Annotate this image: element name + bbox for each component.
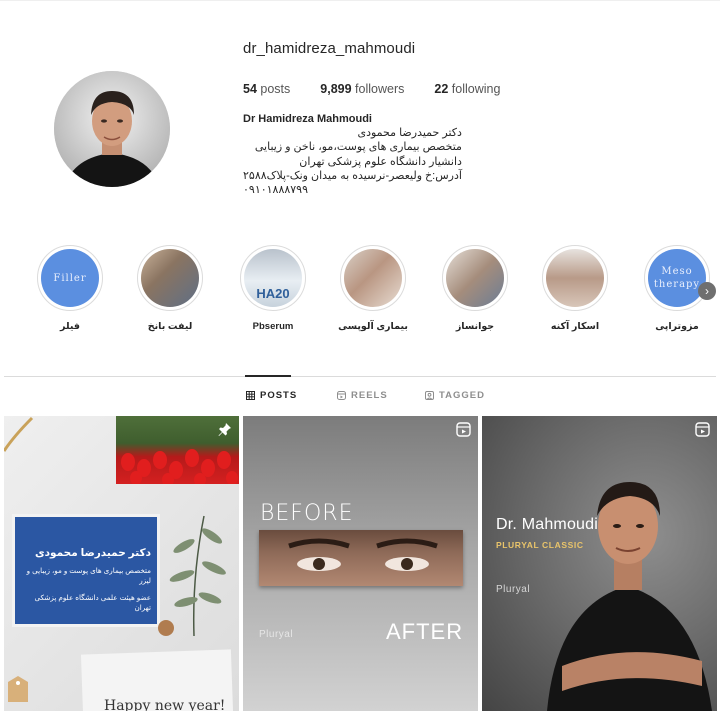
post-tile[interactable]: Dr. Mahmoudi PLURYAL CLASSIC Pluryal — [482, 416, 717, 711]
highlight-cover-photo — [446, 249, 504, 307]
tab-reels[interactable]: REELS — [337, 390, 388, 401]
highlight-alopecia[interactable]: بیماری آلوپسی — [338, 245, 408, 332]
pin-icon — [218, 423, 231, 436]
following-label: following — [451, 82, 501, 96]
brand-logo: Pluryal — [259, 629, 294, 640]
highlight-ring: Filler — [37, 245, 103, 311]
reel-icon — [456, 422, 471, 437]
profile-username: dr_hamidreza_mahmoudi — [243, 40, 416, 57]
following-stat[interactable]: 22 following — [434, 82, 500, 96]
highlight-label: مزوتراپی — [655, 321, 699, 332]
bio-name: Dr Hamidreza Mahmoudi — [243, 113, 372, 125]
profile-tabs: POSTS REELS TAGGED — [0, 390, 720, 404]
tagged-icon — [425, 391, 434, 400]
highlight-cover-photo — [141, 249, 199, 307]
after-label: AFTER — [386, 619, 464, 644]
highlight-label: جوانساز — [455, 321, 495, 332]
highlight-label: بیماری آلوپسی — [338, 321, 408, 332]
note-text: Happy new year! — [104, 698, 226, 711]
post-title: Dr. Mahmoudi — [496, 516, 598, 533]
avatar-photo — [54, 71, 170, 187]
eyes-photo — [259, 530, 463, 586]
posts-grid: دکتر حمیدرضا محمودی متخصص بیماری های پوس… — [4, 416, 718, 711]
doctor-info-card: دکتر حمیدرضا محمودی متخصص بیماری های پوس… — [12, 514, 160, 627]
highlight-ring — [340, 245, 406, 311]
profile-avatar[interactable] — [54, 71, 170, 187]
tabs-divider — [4, 376, 716, 377]
brand-logo: Pluryal — [496, 584, 531, 595]
active-tab-indicator — [245, 375, 291, 377]
highlight-label: فیلر — [60, 321, 80, 332]
highlight-ring — [542, 245, 608, 311]
bio-line-3: دانشیار دانشگاه علوم پزشکی تهران — [299, 155, 462, 168]
bio-line-2: متخصص بیماری های پوست،مو، ناخن و زیبایی — [254, 141, 462, 154]
tab-reels-label: REELS — [351, 390, 388, 401]
highlight-label: Pbserum — [252, 321, 294, 332]
highlight-cover: HA20 — [244, 249, 302, 307]
bio-line-5: ۰۹۱۰۱۸۸۸۷۹۹ — [243, 184, 308, 197]
following-count: 22 — [434, 82, 449, 96]
highlight-label: اسکار آکنه — [550, 321, 600, 332]
highlight-pbserum[interactable]: HA20 Pbserum — [238, 245, 308, 332]
tab-tagged-label: TAGGED — [439, 390, 485, 401]
posts-stat: 54 posts — [243, 82, 290, 96]
top-divider — [0, 0, 720, 1]
bio-line-1: دکتر حمیدرضا محمودی — [357, 127, 462, 140]
grid-icon — [246, 391, 255, 400]
gift-tag-decoration — [8, 676, 28, 702]
plant-decoration — [158, 515, 226, 636]
highlight-rejuvenation[interactable]: جوانساز — [440, 245, 510, 332]
highlight-ring: HA20 — [240, 245, 306, 311]
followers-label: followers — [355, 82, 405, 96]
tab-posts[interactable]: POSTS — [246, 390, 297, 401]
highlights-next-icon[interactable]: › — [698, 282, 716, 300]
doctor-photo — [547, 482, 712, 711]
card-line-1: متخصص بیماری های پوست و مو، زیبایی و لیز… — [26, 566, 151, 585]
reel-icon — [695, 422, 710, 437]
highlight-ring — [137, 245, 203, 311]
tab-tagged[interactable]: TAGGED — [425, 390, 485, 401]
followers-stat[interactable]: 9,899 followers — [320, 82, 404, 96]
before-label: BEFORE — [260, 501, 354, 526]
highlight-ring: Meso therapy — [644, 245, 710, 311]
bio-line-4: آدرس:خ ولیعصر-نرسیده به میدان ونک-پلاک۲۵… — [243, 169, 462, 182]
post-subtitle: PLURYAL CLASSIC — [496, 540, 584, 550]
profile-bio: Dr Hamidreza Mahmoudi دکتر حمیدرضا محمود… — [243, 112, 462, 197]
profile-stats: 54 posts 9,899 followers 22 following — [243, 82, 500, 96]
posts-label: posts — [260, 82, 291, 96]
post-tile[interactable]: BEFORE AFTER Pluryal — [243, 416, 478, 711]
followers-count: 9,899 — [320, 82, 352, 96]
highlight-ring — [442, 245, 508, 311]
highlight-filler[interactable]: Filler فیلر — [35, 245, 105, 332]
card-line-2: عضو هیئت علمی دانشگاه علوم پزشکی تهران — [34, 593, 151, 612]
highlight-cover: Filler — [41, 249, 99, 307]
post-tile[interactable]: دکتر حمیدرضا محمودی متخصص بیماری های پوس… — [4, 416, 239, 711]
twine-decoration — [4, 416, 34, 452]
tab-posts-label: POSTS — [260, 390, 298, 401]
highlight-acne-scar[interactable]: اسکار آکنه — [540, 245, 610, 332]
highlight-cover: Meso therapy — [648, 249, 706, 307]
story-highlights: Filler فیلر لیفت بانخ HA20 Pbserum بیمار… — [0, 245, 720, 340]
highlight-cover-photo — [546, 249, 604, 307]
highlight-label: لیفت بانخ — [147, 321, 193, 332]
highlight-cover-photo — [344, 249, 402, 307]
reels-icon — [337, 391, 346, 400]
card-title: دکتر حمیدرضا محمودی — [35, 547, 151, 559]
highlight-thread-lift[interactable]: لیفت بانخ — [135, 245, 205, 332]
posts-count: 54 — [243, 82, 257, 96]
